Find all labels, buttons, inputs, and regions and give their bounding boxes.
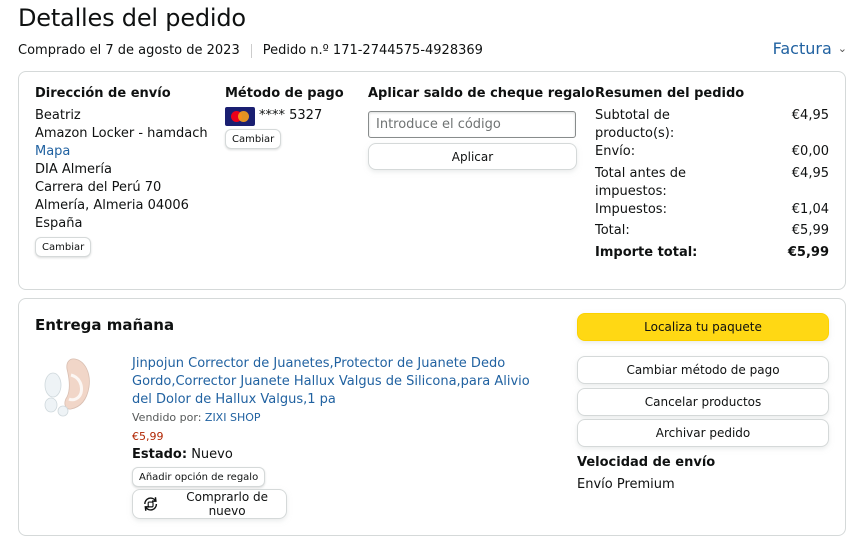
- buy-again-label: Comprarlo de nuevo: [186, 490, 268, 518]
- delivery-box: Entrega mañana Jinpojun Corrector de Jua…: [18, 298, 846, 536]
- buy-again-button[interactable]: Comprarlo de nuevo: [132, 489, 287, 519]
- summary-total-value: €5,99: [791, 223, 829, 238]
- shipping-speed-value: Envío Premium: [577, 477, 675, 492]
- change-payment-button[interactable]: Cambiar: [225, 129, 282, 149]
- mastercard-icon: [225, 107, 255, 126]
- invoice-dropdown[interactable]: Factura ⌄: [773, 39, 847, 58]
- shipping-line2: Carrera del Perú 70: [35, 180, 162, 195]
- map-link[interactable]: Mapa: [35, 143, 70, 161]
- summary-shipping-value: €0,00: [791, 144, 829, 159]
- page-title: Detalles del pedido: [18, 4, 246, 32]
- shipping-country: España: [35, 216, 83, 231]
- payment-title: Método de pago: [225, 86, 344, 101]
- chevron-down-icon: ⌄: [837, 42, 847, 55]
- purchase-date: Comprado el 7 de agosto de 2023: [18, 43, 240, 58]
- delivery-title: Entrega mañana: [35, 316, 175, 334]
- summary-subtotal-label: Subtotal de producto(s):: [595, 108, 675, 141]
- shipping-line1: DIA Almería: [35, 162, 112, 177]
- divider: [250, 43, 252, 58]
- state-label: Estado:: [132, 447, 188, 462]
- card-number: **** 5327: [259, 108, 323, 123]
- product-state: Estado: Nuevo: [132, 447, 233, 462]
- summary-pretax-label: Total antes de impuestos:: [595, 166, 686, 199]
- cancel-items-button[interactable]: Cancelar productos: [577, 388, 829, 416]
- archive-order-button[interactable]: Archivar pedido: [577, 419, 829, 447]
- product-title-link[interactable]: Jinpojun Corrector de Juanetes,Protector…: [132, 355, 552, 409]
- summary-tax-value: €1,04: [791, 202, 829, 217]
- shipping-speed-title: Velocidad de envío: [577, 455, 716, 470]
- order-meta: Comprado el 7 de agosto de 2023 Pedido n…: [18, 43, 483, 58]
- invoice-label: Factura: [772, 39, 832, 58]
- change-payment-method-button[interactable]: Cambiar método de pago: [577, 356, 829, 384]
- summary-total-label: Total:: [595, 223, 630, 238]
- apply-gift-button[interactable]: Aplicar: [368, 143, 577, 170]
- order-info-box: Dirección de envío Beatriz Amazon Locker…: [18, 71, 846, 290]
- gift-title: Aplicar saldo de cheque regalo: [368, 86, 595, 101]
- summary-grand-value: €5,99: [787, 245, 829, 260]
- sold-by-label: Vendido por:: [132, 411, 202, 424]
- sold-by: Vendido por: ZIXI SHOP: [132, 411, 261, 424]
- change-address-button[interactable]: Cambiar: [35, 237, 92, 257]
- order-number: Pedido n.º 171-2744575-4928369: [262, 43, 483, 58]
- shipping-locker: Amazon Locker - hamdach: [35, 126, 208, 141]
- product-image[interactable]: [41, 355, 97, 419]
- track-package-button[interactable]: Localiza tu paquete: [577, 313, 829, 341]
- summary-subtotal-value: €4,95: [791, 108, 829, 123]
- product-price: €5,99: [132, 430, 164, 443]
- add-gift-option-button[interactable]: Añadir opción de regalo: [132, 467, 266, 487]
- summary-grand-label: Importe total:: [595, 245, 698, 260]
- gift-code-input[interactable]: [368, 111, 576, 138]
- shipping-title: Dirección de envío: [35, 86, 171, 101]
- summary-shipping-label: Envío:: [595, 144, 636, 159]
- buy-again-icon: [144, 497, 158, 511]
- summary-tax-label: Impuestos:: [595, 202, 667, 217]
- shipping-name: Beatriz: [35, 108, 81, 123]
- summary-title: Resumen del pedido: [595, 86, 745, 101]
- state-value: Nuevo: [191, 447, 233, 462]
- shipping-line3: Almería, Almeria 04006: [35, 198, 189, 213]
- summary-pretax-value: €4,95: [791, 166, 829, 181]
- seller-link[interactable]: ZIXI SHOP: [205, 411, 261, 424]
